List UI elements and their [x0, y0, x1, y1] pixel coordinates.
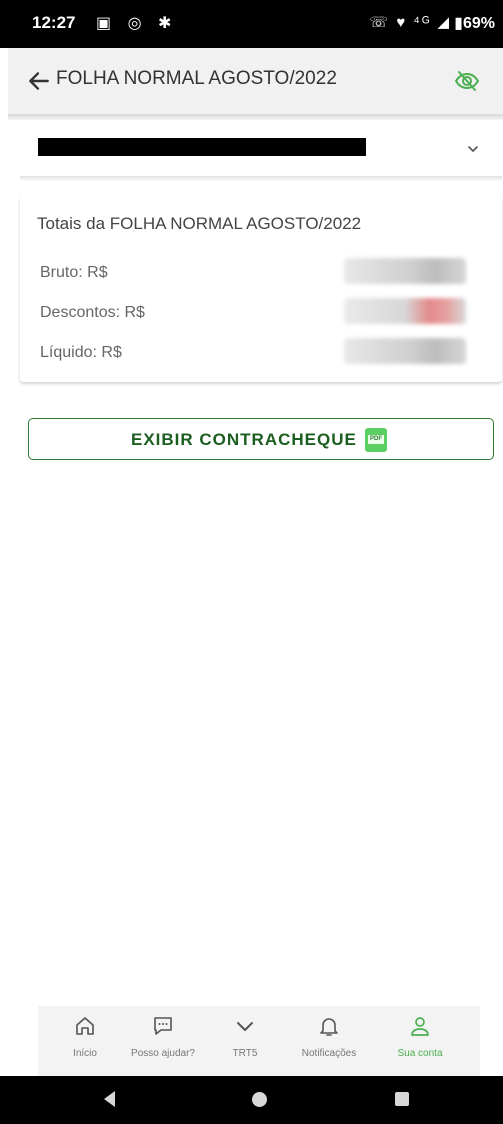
view-paycheck-label: EXIBIR CONTRACHEQUE [131, 430, 357, 449]
home-icon [76, 1017, 94, 1035]
nav-label-sua-conta: Sua conta [397, 1048, 443, 1059]
status-bar: 12:27 ▣ ◎ ✱ ☏ ♥ ⁴ᴳ ◢ ▮69% [0, 0, 503, 48]
pdf-file-icon: PDF [365, 428, 387, 452]
totals-title: Totais da FOLHA NORMAL AGOSTO/2022 [37, 214, 362, 233]
discounts-label: Descontos: R$ [40, 304, 145, 321]
nav-item-notificacoes[interactable]: Notificações [284, 1014, 374, 1059]
system-home-icon[interactable] [252, 1092, 267, 1107]
user-icon [411, 1017, 429, 1036]
nav-item-trt5[interactable]: TRT5 [200, 1014, 290, 1059]
nav-label-posso-ajudar: Posso ajudar? [131, 1048, 195, 1059]
arrow-left-icon[interactable] [26, 68, 52, 94]
nav-label-notificacoes: Notificações [301, 1048, 357, 1059]
battery-indicator: ▮69% [454, 15, 495, 32]
redacted-selector-value [38, 138, 366, 156]
gross-value-blurred [344, 258, 466, 284]
status-time: 12:27 [32, 13, 76, 32]
payroll-selector[interactable] [20, 122, 502, 181]
page-title: FOLHA NORMAL AGOSTO/2022 [56, 68, 337, 89]
chat-icon [154, 1017, 172, 1035]
net-label: Líquido: R$ [40, 344, 122, 361]
discounts-value-blurred [344, 298, 466, 324]
system-nav-bar [0, 1076, 503, 1124]
app-bar: FOLHA NORMAL AGOSTO/2022 [8, 48, 503, 114]
bottom-nav: Início Posso ajudar? TRT5 Notificações S… [38, 1006, 480, 1076]
eye-off-icon[interactable] [453, 67, 481, 95]
system-back-icon[interactable] [104, 1091, 115, 1107]
signal-icons: ☏ ♥ ⁴ᴳ ◢ [369, 14, 451, 31]
bell-icon [320, 1018, 338, 1036]
nav-label-trt5: TRT5 [232, 1048, 258, 1059]
net-value-blurred [344, 338, 466, 364]
gross-label: Bruto: R$ [40, 264, 108, 281]
system-recents-icon[interactable] [395, 1092, 409, 1106]
app-bar-shadow [8, 114, 503, 120]
nav-item-posso-ajudar[interactable]: Posso ajudar? [118, 1014, 208, 1059]
nav-item-inicio[interactable]: Início [40, 1014, 130, 1059]
notification-icons: ▣ ◎ ✱ [96, 15, 178, 32]
chevron-down-icon[interactable] [466, 142, 480, 156]
nav-label-inicio: Início [73, 1048, 97, 1059]
nav-item-sua-conta[interactable]: Sua conta [375, 1014, 465, 1059]
totals-card: Totais da FOLHA NORMAL AGOSTO/2022 Bruto… [20, 196, 502, 382]
view-paycheck-button[interactable]: EXIBIR CONTRACHEQUE PDF [28, 418, 494, 460]
pdf-icon-text: PDF [368, 435, 384, 444]
chevron-down-icon [237, 1022, 253, 1031]
